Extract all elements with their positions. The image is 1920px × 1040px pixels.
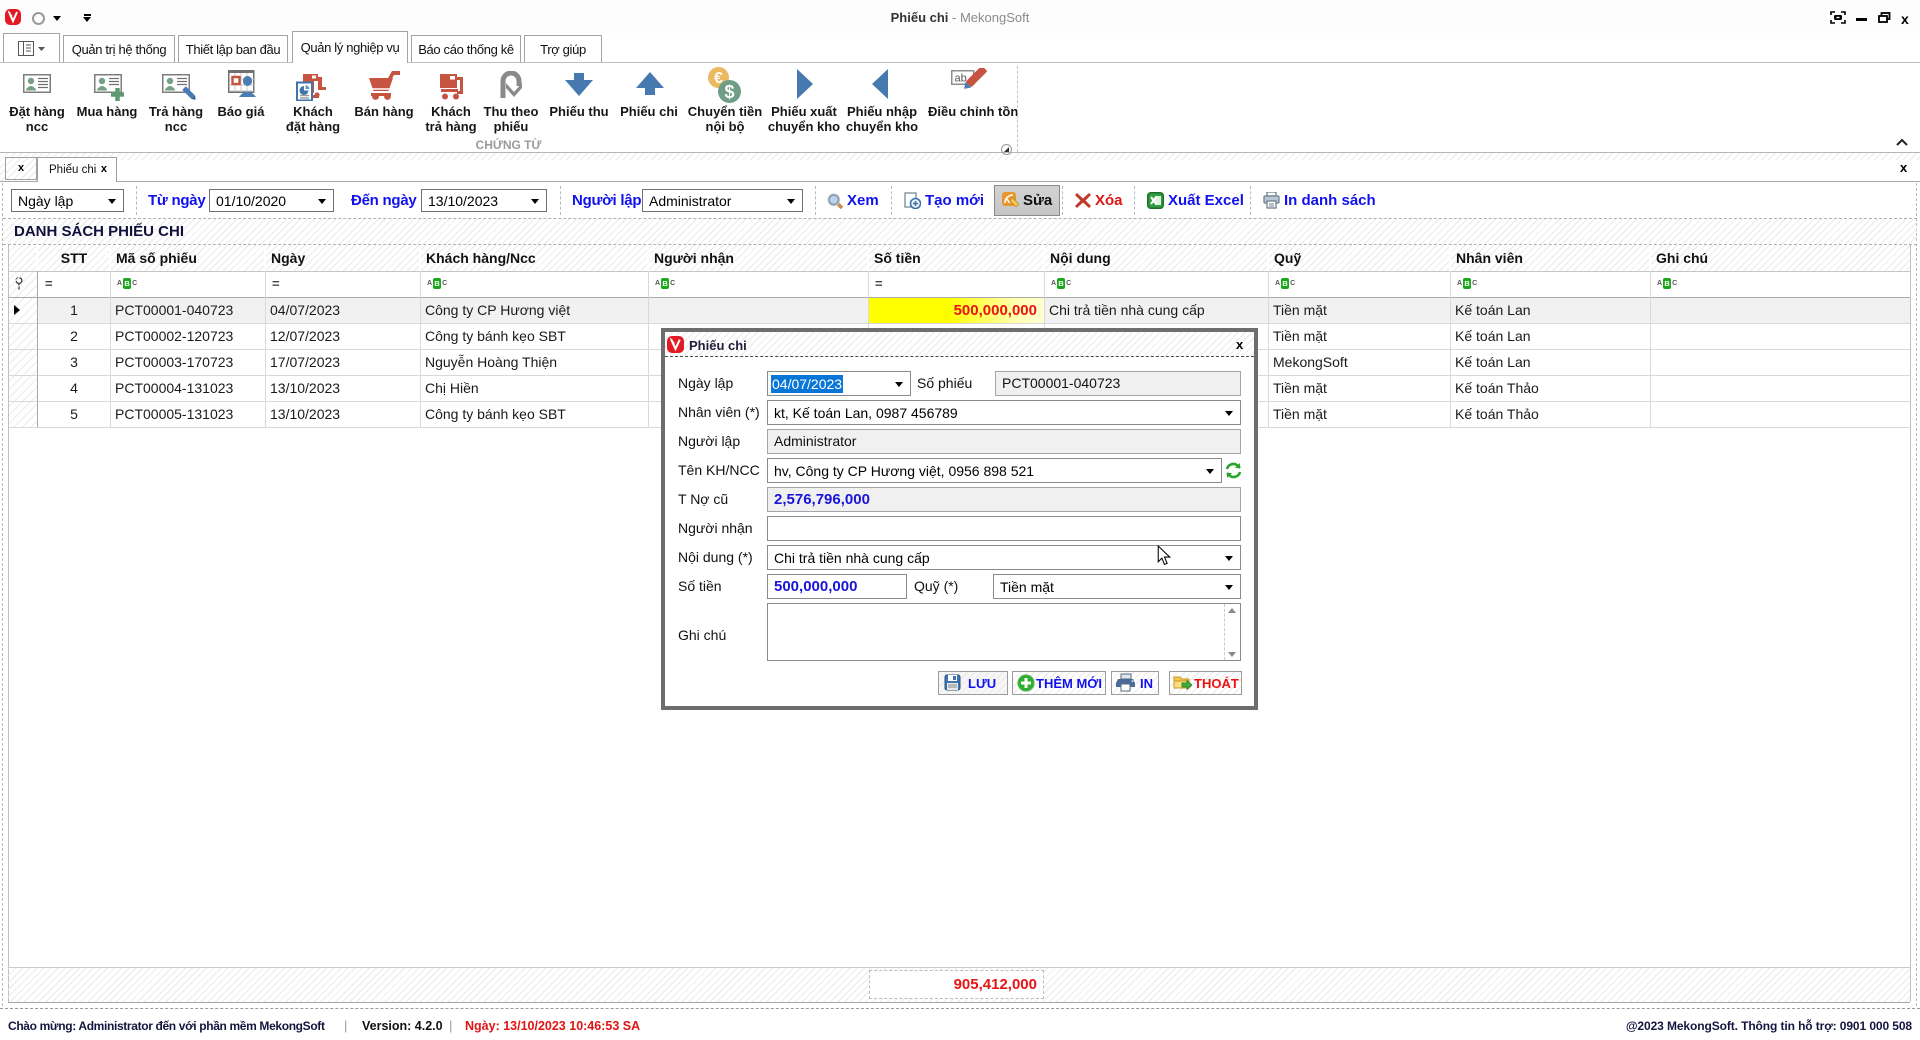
- svg-text:ab: ab: [955, 73, 967, 85]
- svg-text:$: $: [724, 82, 734, 102]
